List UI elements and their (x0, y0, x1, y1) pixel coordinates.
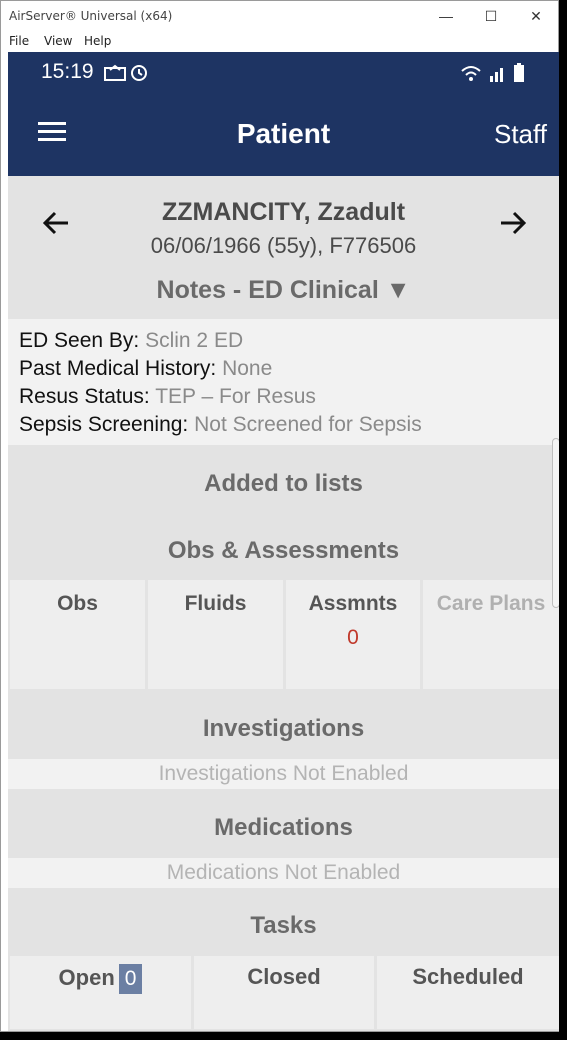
tile-label: Scheduled (412, 964, 524, 989)
page-title: Patient (236, 118, 331, 149)
minimize-button[interactable]: — (426, 5, 466, 27)
info-value: None (222, 357, 273, 380)
medications-notice: Medications Not Enabled (8, 858, 559, 888)
care-plans-tile[interactable]: Care Plans (423, 580, 559, 689)
menu-help[interactable]: Help (84, 34, 111, 48)
open-count-badge: 0 (118, 964, 143, 994)
phone-screen: 15:19 Patient Staff ZZMANCITY, Zzadult 0… (8, 52, 559, 1031)
investigations-notice: Investigations Not Enabled (8, 759, 559, 789)
next-patient-icon[interactable] (498, 208, 528, 238)
info-value: Not Screened for Sepsis (194, 413, 422, 436)
tile-label: Closed (247, 964, 321, 989)
medications-header: Medications (214, 814, 353, 841)
menu-file[interactable]: File (9, 34, 29, 48)
signal-battery-icons (461, 63, 524, 82)
maximize-button[interactable]: ☐ (471, 5, 511, 27)
open-label: Open (58, 965, 115, 990)
staff-button[interactable]: Staff (494, 119, 547, 150)
status-bar: 15:19 (8, 52, 559, 92)
status-time: 15:19 (41, 60, 94, 83)
tasks-closed-tile[interactable]: Closed (194, 956, 374, 1029)
info-key: Past Medical History: (19, 357, 217, 380)
tile-label: Obs (57, 592, 98, 615)
info-value: Sclin 2 ED (145, 329, 244, 352)
tasks-scheduled-tile[interactable]: Scheduled (377, 956, 559, 1029)
tasks-open-tile[interactable]: Open 0 (10, 956, 191, 1029)
info-row-seen-by: ED Seen By: Sclin 2 ED (19, 327, 559, 355)
info-key: Sepsis Screening: (19, 413, 189, 436)
info-row-pmh: Past Medical History: None (19, 355, 559, 383)
menu-view[interactable]: View (44, 34, 72, 48)
tile-label: Care Plans (436, 592, 546, 615)
menu-bar: File View Help (1, 31, 558, 51)
airserver-window: AirServer® Universal (x64) — ☐ ✕ File Vi… (0, 0, 559, 1032)
app-bar: Patient Staff (8, 92, 559, 176)
close-button[interactable]: ✕ (516, 5, 556, 27)
info-key: Resus Status: (19, 385, 150, 408)
notes-dropdown[interactable]: Notes - ED Clinical ▼ (8, 276, 559, 305)
window-titlebar: AirServer® Universal (x64) — ☐ ✕ (1, 1, 558, 31)
tile-label: Fluids (184, 592, 247, 615)
tile-label: Assmnts (308, 592, 398, 615)
tile-label: Open 0 (10, 964, 191, 994)
info-row-resus: Resus Status: TEP – For Resus (19, 383, 559, 411)
tasks-header: Tasks (250, 912, 317, 939)
scrollbar[interactable] (552, 438, 559, 608)
obs-assessments-header: Obs & Assessments (167, 537, 400, 564)
fluids-tile[interactable]: Fluids (148, 580, 283, 689)
assessments-count: 0 (347, 626, 359, 649)
added-to-lists-section[interactable]: Added to lists (8, 470, 559, 498)
notification-icons (104, 64, 147, 81)
window-title: AirServer® Universal (x64) (9, 9, 173, 23)
clinical-info-panel: ED Seen By: Sclin 2 ED Past Medical Hist… (8, 319, 559, 445)
patient-name: ZZMANCITY, Zzadult (161, 198, 406, 226)
info-key: ED Seen By: (19, 329, 140, 352)
patient-details: 06/06/1966 (55y), F776506 (150, 233, 417, 258)
obs-tile[interactable]: Obs (10, 580, 145, 689)
info-value: TEP – For Resus (155, 385, 316, 408)
assessments-tile[interactable]: Assmnts 0 (286, 580, 420, 689)
info-row-sepsis: Sepsis Screening: Not Screened for Sepsi… (19, 411, 559, 439)
investigations-header: Investigations (202, 715, 365, 742)
